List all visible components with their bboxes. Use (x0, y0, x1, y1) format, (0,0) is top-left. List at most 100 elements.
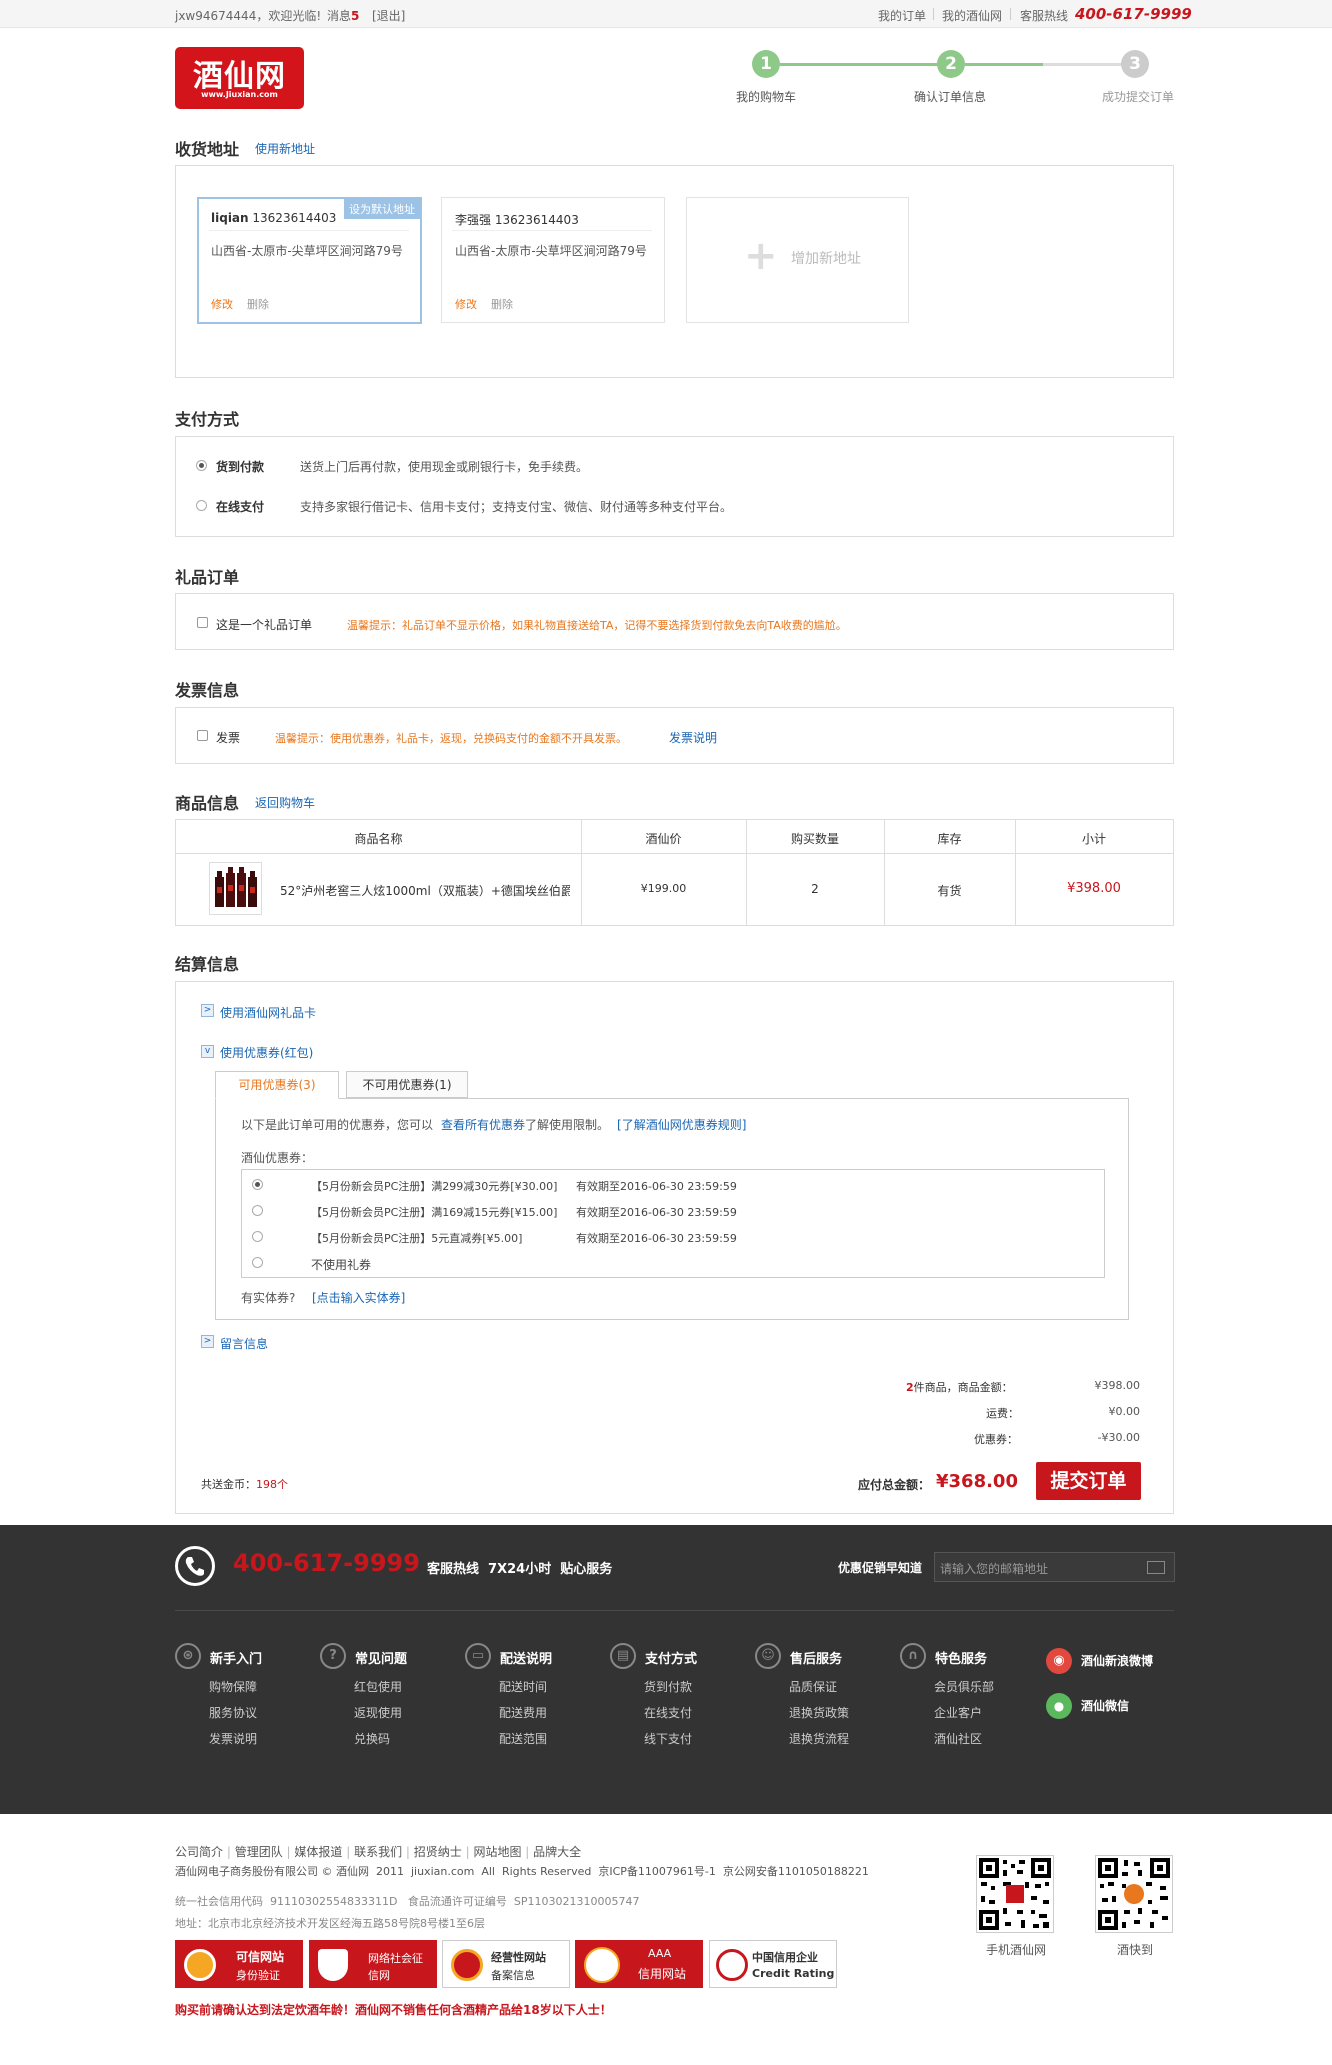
col-header-subtotal: 小计 (1081, 832, 1106, 846)
footer-link[interactable]: 在线支付 (644, 1704, 692, 1721)
edit-address-link[interactable]: 修改 (211, 296, 233, 312)
headset-icon: ∩ (900, 1643, 926, 1669)
footer-link[interactable]: 红包使用 (354, 1678, 402, 1695)
footer-link[interactable]: 会员俱乐部 (934, 1678, 994, 1695)
back-to-cart-link[interactable]: 返回购物车 (255, 794, 315, 811)
expand-icon[interactable]: > (201, 1335, 214, 1348)
tab-unavailable-coupons[interactable]: 不可用优惠券(1) (346, 1071, 468, 1098)
col-header-stock: 库存 (937, 832, 962, 846)
address-card[interactable]: 李强强 13623614403 山西省-太原市-尖草坪区涧河路79号 修改 删除 (441, 197, 665, 323)
qr-label: 酒快到 (1117, 1943, 1154, 1957)
footer-link[interactable]: 品质保证 (789, 1678, 837, 1695)
step-line-2 (965, 63, 1043, 66)
gift-order-checkbox[interactable] (197, 617, 208, 628)
footer-link[interactable]: 网站地图 (473, 1845, 521, 1859)
age-warning: 购买前请确认达到法定饮酒年龄！酒仙网不销售任何含酒精产品给18岁以下人士！ (175, 2003, 612, 2017)
footer-link[interactable]: 发票说明 (209, 1730, 257, 1747)
hotline-number: 400-617-9999 (1075, 5, 1192, 23)
newsletter-label: 优惠促销早知道 (838, 1561, 923, 1575)
use-new-address-link[interactable]: 使用新地址 (255, 140, 315, 157)
footer-link[interactable]: 管理团队 (235, 1845, 283, 1859)
qr-code-app (1095, 1855, 1173, 1933)
footer-link[interactable]: 媒体报道 (294, 1845, 342, 1859)
receiver-line: 李强强 13623614403 (455, 213, 579, 227)
footer-link[interactable]: 购物保障 (209, 1678, 257, 1695)
weibo-link[interactable]: 酒仙新浪微博 (1081, 1652, 1153, 1669)
set-default-button[interactable]: 设为默认地址 (344, 199, 420, 219)
message-toggle[interactable]: 留言信息 (220, 1335, 268, 1352)
coupon-radio[interactable] (252, 1179, 263, 1190)
trust-badge[interactable]: 经营性网站 备案信息 (442, 1940, 570, 1988)
add-address-card[interactable]: + 增加新地址 (686, 197, 909, 323)
newsletter-input[interactable]: 请输入您的邮箱地址 (934, 1552, 1175, 1582)
wechat-icon[interactable]: ● (1046, 1693, 1072, 1719)
trust-badge[interactable]: 可信网站 身份验证 (175, 1940, 303, 1988)
online-pay-radio[interactable] (196, 500, 207, 511)
footer-col-title: 支付方式 (645, 1652, 698, 1667)
footer-link[interactable]: 配送费用 (499, 1704, 547, 1721)
shield-icon (318, 1949, 348, 1981)
footer-link[interactable]: 兑换码 (354, 1730, 390, 1747)
cod-radio[interactable] (196, 460, 207, 471)
footer-link[interactable]: 配送范围 (499, 1730, 547, 1747)
wechat-link[interactable]: 酒仙微信 (1081, 1697, 1129, 1714)
invoice-checkbox[interactable] (197, 730, 208, 741)
company-address: 地址：北京市北京经济技术开发区经海五路58号院8号楼1至6层 (175, 1917, 485, 1930)
footer-link[interactable]: 配送时间 (499, 1678, 547, 1695)
address-card-selected[interactable]: liqian 13623614403 设为默认地址 山西省-太原市-尖草坪区涧河… (197, 197, 422, 324)
footer-link[interactable]: 服务协议 (209, 1704, 257, 1721)
weibo-icon[interactable]: ◉ (1046, 1648, 1072, 1674)
footer-link[interactable]: 线下支付 (644, 1730, 692, 1747)
footer-link[interactable]: 退换货政策 (789, 1704, 849, 1721)
collapse-icon[interactable]: v (201, 1045, 214, 1058)
cod-label[interactable]: 货到付款 (216, 458, 264, 475)
enter-physical-coupon-link[interactable]: [点击输入实体券] (312, 1289, 405, 1306)
view-all-coupons-link[interactable]: 查看所有优惠券 (441, 1118, 525, 1132)
footer-link[interactable]: 招贤纳士 (414, 1845, 462, 1859)
logout-link[interactable]: [退出] (372, 7, 405, 24)
gift-order-label: 这是一个礼品订单 (216, 618, 313, 632)
footer-link[interactable]: 品牌大全 (533, 1845, 581, 1859)
footer-col-title: 售后服务 (790, 1652, 843, 1667)
invoice-tip: 温馨提示：使用优惠券，礼品卡，返现，兑换码支付的金额不开具发票。 (275, 732, 627, 745)
divider (209, 230, 409, 231)
coupon-radio[interactable] (252, 1231, 263, 1242)
messages-link[interactable]: 消息5 (327, 7, 359, 24)
footer-link[interactable]: 联系我们 (354, 1845, 402, 1859)
delete-address-link[interactable]: 删除 (491, 296, 513, 312)
online-pay-label[interactable]: 在线支付 (216, 498, 264, 515)
my-orders-link[interactable]: 我的订单 (878, 7, 926, 24)
seal-icon (584, 1947, 620, 1983)
footer-link[interactable]: 返现使用 (354, 1704, 402, 1721)
site-logo[interactable]: 酒仙网 www.Jiuxian.com (175, 47, 304, 109)
online-pay-desc: 支持多家银行借记卡、信用卡支付；支持支付宝、微信、财付通等多种支付平台。 (300, 500, 733, 514)
footer-link[interactable]: 货到付款 (644, 1678, 692, 1695)
product-thumbnail[interactable] (209, 862, 262, 915)
trust-badge[interactable]: 中国信用企业 Credit Rating (709, 1940, 837, 1988)
no-coupon-radio[interactable] (252, 1257, 263, 1268)
coupon-toggle[interactable]: 使用优惠券(红包) (220, 1044, 313, 1061)
mail-icon[interactable] (1147, 1561, 1165, 1574)
footer-link[interactable]: 公司简介 (175, 1845, 223, 1859)
trust-badge[interactable]: 网络社会征 信网 (309, 1940, 437, 1988)
expand-icon[interactable]: > (201, 1004, 214, 1017)
edit-address-link[interactable]: 修改 (455, 296, 477, 312)
trust-badge[interactable]: AAA 信用网站 (575, 1940, 703, 1988)
product-name-link[interactable]: 52°泸州老窖三人炫1000ml（双瓶装）+德国埃丝伯爵… (280, 882, 570, 899)
user-icon: ☺ (755, 1643, 781, 1669)
my-account-link[interactable]: 我的酒仙网 (942, 7, 1002, 24)
goods-amount: ¥398.00 (1094, 1379, 1141, 1392)
coupon-list-label: 酒仙优惠券： (241, 1151, 314, 1165)
coupon-radio[interactable] (252, 1205, 263, 1216)
submit-order-button[interactable]: 提交订单 (1036, 1462, 1141, 1500)
tab-available-coupons[interactable]: 可用优惠券(3) (215, 1071, 339, 1099)
truck-icon: ▭ (465, 1643, 491, 1669)
footer-link[interactable]: 酒仙社区 (934, 1730, 982, 1747)
invoice-help-link[interactable]: 发票说明 (669, 729, 717, 746)
footer-link[interactable]: 退换货流程 (789, 1730, 849, 1747)
footer-link[interactable]: 企业客户 (934, 1704, 982, 1721)
qr-label: 手机酒仙网 (986, 1943, 1047, 1957)
delete-address-link[interactable]: 删除 (247, 296, 269, 312)
gift-card-toggle[interactable]: 使用酒仙网礼品卡 (220, 1004, 316, 1021)
coupon-rules-link[interactable]: [了解酒仙网优惠券规则] (617, 1118, 746, 1132)
